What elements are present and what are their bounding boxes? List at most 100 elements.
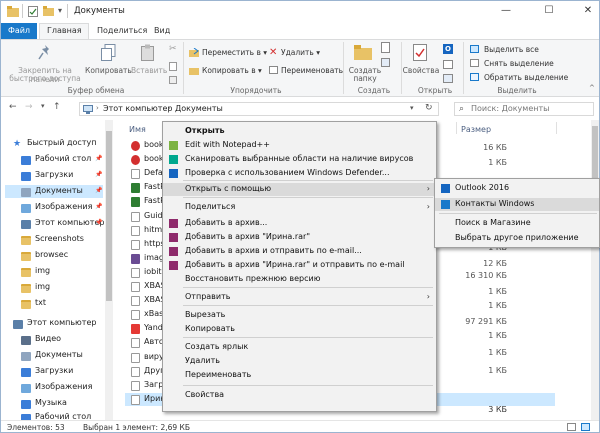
details-view-icon[interactable] [567, 423, 576, 431]
paste-shortcut-icon[interactable] [169, 76, 177, 84]
breadcrumb-this-pc[interactable]: Этот компьютер [103, 104, 172, 113]
nav-item[interactable]: Музыка [35, 398, 67, 407]
open-with-item[interactable]: Выбрать другое приложение [435, 232, 599, 245]
menu-item-label: Удалить [185, 356, 220, 365]
nav-item[interactable]: Видео [35, 334, 61, 343]
nav-item[interactable]: Рабочий стол [35, 154, 91, 163]
nav-item[interactable]: Загрузки [35, 170, 73, 179]
context-menu-item[interactable]: Проверка с использованием Windows Defend… [163, 167, 436, 180]
context-menu-item[interactable]: Отправить › [163, 291, 436, 304]
nav-item[interactable]: Screenshots [35, 234, 84, 243]
pin-button-label-2[interactable]: быстрого доступа [5, 74, 85, 83]
select-none-button[interactable]: Снять выделение [484, 59, 554, 68]
nav-item[interactable]: img [35, 266, 50, 275]
copy-to-button[interactable]: Копировать в ▾ [202, 66, 262, 75]
list-view-icon[interactable] [581, 423, 590, 431]
kaspersky-icon [169, 155, 178, 164]
up-button[interactable]: ↑ [53, 102, 61, 112]
delete-button[interactable]: Удалить ▾ [281, 48, 320, 57]
breadcrumb-separator: › [168, 104, 171, 112]
context-menu-item[interactable]: Переименовать [163, 369, 436, 382]
nav-item[interactable]: Документы [35, 186, 83, 195]
nav-item[interactable]: Этот компьютер [27, 318, 96, 327]
winrar-icon [169, 261, 178, 270]
collapse-ribbon-icon[interactable]: ^ [589, 84, 595, 92]
nav-item[interactable]: img [35, 282, 50, 291]
context-menu-item[interactable]: Открыть с помощью › [163, 183, 436, 196]
divider [343, 42, 344, 94]
back-button[interactable]: ← [9, 102, 17, 112]
context-menu-item[interactable]: Edit with Notepad++ [163, 139, 436, 152]
edit-icon[interactable] [443, 60, 453, 69]
nav-item[interactable]: Загрузки [35, 366, 73, 375]
computer-icon [83, 105, 93, 114]
column-name[interactable]: Имя [129, 125, 146, 134]
forward-button[interactable]: → [25, 102, 33, 112]
refresh-icon[interactable]: ↻ [425, 103, 433, 113]
context-menu-item[interactable]: Свойства [163, 389, 436, 402]
open-with-item[interactable]: Поиск в Магазине [435, 217, 599, 230]
context-menu-item[interactable]: Добавить в архив... [163, 217, 436, 230]
context-menu-item[interactable]: Добавить в архив и отправить по e-mail..… [163, 245, 436, 258]
outlook-icon[interactable]: O [443, 44, 453, 54]
create-group-label: Создать [357, 86, 391, 95]
open-with-item[interactable]: Outlook 2016 [435, 182, 599, 195]
cut-icon[interactable]: ✂ [169, 44, 177, 54]
properties-button[interactable]: Свойства [401, 66, 441, 75]
address-bar[interactable]: › Этот компьютер › Документы ▾ ↻ [79, 102, 439, 116]
history-icon[interactable] [443, 74, 453, 83]
tab-file[interactable]: Файл [1, 23, 37, 39]
search-input[interactable]: ⌕ Поиск: Документы [454, 102, 594, 116]
close-button[interactable]: ✕ [581, 4, 595, 18]
recent-dropdown-icon[interactable]: ▾ [41, 102, 45, 110]
nav-item[interactable]: browsec [35, 250, 68, 259]
paste-button[interactable]: Вставить [131, 66, 167, 75]
menu-item-label: Открыть [185, 126, 225, 135]
context-menu-item[interactable]: Открыть [163, 125, 436, 138]
nav-item[interactable]: Документы [35, 350, 83, 359]
address-dropdown-icon[interactable]: ▾ [410, 104, 414, 112]
invert-selection-button[interactable]: Обратить выделение [484, 73, 568, 82]
properties-qa-icon[interactable] [28, 6, 38, 17]
new-item-icon[interactable] [381, 42, 391, 54]
nav-item[interactable]: Быстрый доступ [27, 138, 96, 147]
move-to-button[interactable]: Переместить в ▾ [202, 48, 267, 57]
documents-icon [21, 188, 31, 197]
context-menu-item[interactable]: Копировать [163, 323, 436, 336]
nav-item[interactable]: txt [35, 298, 46, 307]
pictures-icon [21, 204, 31, 213]
context-menu-item[interactable]: Добавить в архив "Ирина.rar" [163, 231, 436, 244]
file-size: 1 КБ [488, 301, 507, 310]
open-with-item[interactable]: Контакты Windows [435, 198, 599, 211]
new-folder-qa-icon[interactable] [43, 6, 54, 16]
context-menu-item[interactable]: Восстановить прежнюю версию [163, 273, 436, 286]
column-size[interactable]: Размер [461, 125, 491, 134]
context-menu-item[interactable]: Сканировать выбранные области на наличие… [163, 153, 436, 166]
select-all-button[interactable]: Выделить все [484, 45, 539, 54]
rename-button[interactable]: Переименовать [281, 66, 343, 75]
folder-icon [21, 268, 31, 277]
folder-icon [21, 284, 31, 293]
tab-view[interactable]: Вид [154, 26, 170, 35]
breadcrumb-documents[interactable]: Документы [175, 104, 223, 113]
nav-scrollbar-thumb[interactable] [106, 131, 112, 301]
file-size: 1 КБ [488, 366, 507, 375]
context-menu-item[interactable]: Поделиться › [163, 201, 436, 214]
menu-item-label: Сканировать выбранные области на наличие… [185, 154, 414, 163]
status-selected: Выбран 1 элемент: 2,69 КБ [83, 423, 191, 432]
context-menu-item[interactable]: Удалить [163, 355, 436, 368]
minimize-button[interactable]: — [499, 4, 513, 18]
tab-home[interactable]: Главная [47, 26, 82, 35]
copy-button[interactable]: Копировать [85, 66, 132, 75]
context-menu-item[interactable]: Создать ярлык [163, 341, 436, 354]
context-menu-item[interactable]: Вырезать [163, 309, 436, 322]
maximize-button[interactable]: ☐ [542, 4, 556, 18]
qa-dropdown-icon[interactable]: ▾ [58, 6, 62, 15]
breadcrumb-separator: › [96, 104, 99, 112]
tab-share[interactable]: Поделиться [97, 26, 147, 35]
nav-item[interactable]: Изображения [35, 382, 92, 391]
copy-path-icon[interactable] [169, 62, 177, 71]
nav-item[interactable]: Изображения [35, 202, 92, 211]
context-menu-item[interactable]: Добавить в архив "Ирина.rar" и отправить… [163, 259, 436, 272]
new-folder-button-2[interactable]: папку [346, 74, 384, 83]
